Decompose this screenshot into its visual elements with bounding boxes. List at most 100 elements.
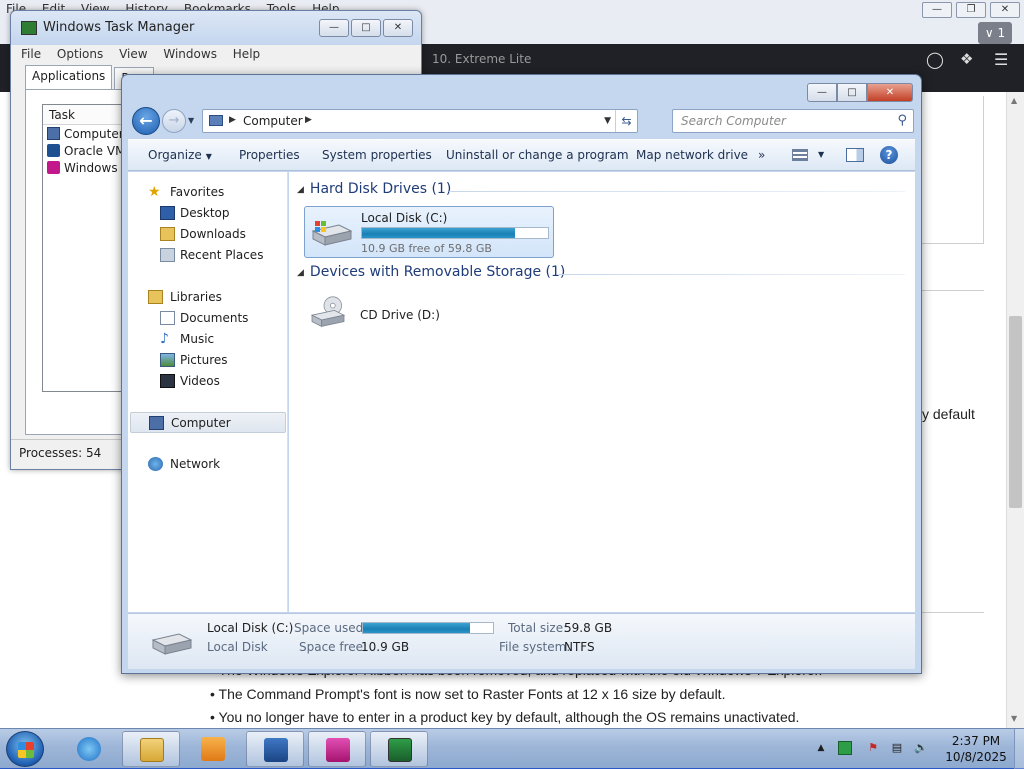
taskbar-virtualbox[interactable] <box>246 731 304 767</box>
browser-restore-button[interactable]: ❐ <box>956 2 986 18</box>
search-placeholder: Search Computer <box>681 114 786 128</box>
explorer-close-button[interactable]: ✕ <box>867 83 913 102</box>
volume-muted-icon[interactable]: 🔈 <box>914 741 928 755</box>
nav-network[interactable]: Network <box>128 454 288 475</box>
recent-pages-dropdown-icon[interactable]: ▼ <box>188 116 194 125</box>
breadcrumb-separator-icon[interactable]: ▶ <box>305 115 312 125</box>
nav-downloads[interactable]: Downloads <box>128 224 288 245</box>
refresh-icon[interactable]: ⇆ <box>615 110 637 132</box>
organize-button[interactable]: Organize ▼ <box>148 148 212 162</box>
nav-desktop[interactable]: Desktop <box>128 203 288 224</box>
explorer-maximize-button[interactable]: □ <box>837 83 867 102</box>
address-bar[interactable]: ▶ Computer ▶ ▼ ⇆ <box>202 109 638 133</box>
network-status-icon[interactable]: ▤ <box>890 741 904 755</box>
file-system-value: NTFS <box>564 640 595 654</box>
tab-count-button[interactable]: ∨ 1 <box>978 22 1012 44</box>
tm-menu-help[interactable]: Help <box>233 47 260 61</box>
taskbar-windows-explorer[interactable] <box>122 731 180 767</box>
nav-favorites[interactable]: ★ Favorites <box>128 182 288 203</box>
hamburger-menu-icon[interactable]: ☰ <box>994 50 1008 69</box>
browser-caption-buttons: — ❐ ✕ <box>922 2 1020 18</box>
forward-button[interactable]: → <box>162 109 186 133</box>
start-button[interactable] <box>6 731 44 767</box>
taskbar-windows10-vm[interactable] <box>308 731 366 767</box>
task-manager-maximize-button[interactable]: □ <box>351 19 381 37</box>
scrollbar-thumb[interactable] <box>1009 316 1022 508</box>
group-header-hard-disk-drives[interactable]: ◢ Hard Disk Drives (1) <box>297 181 451 197</box>
back-button[interactable]: ← <box>132 107 160 135</box>
nav-videos[interactable]: Videos <box>128 371 288 392</box>
browser-scrollbar[interactable]: ▲ ▼ <box>1006 92 1024 728</box>
search-box[interactable]: Search Computer ⚲ <box>672 109 914 133</box>
task-manager-close-button[interactable]: ✕ <box>383 19 413 37</box>
tm-menu-file[interactable]: File <box>21 47 41 61</box>
preview-pane-icon[interactable] <box>846 148 864 162</box>
process-count: Processes: 54 <box>19 446 102 460</box>
tm-menu-windows[interactable]: Windows <box>163 47 217 61</box>
system-properties-button[interactable]: System properties <box>322 148 432 162</box>
libraries-icon <box>148 290 163 304</box>
group-header-removable-storage[interactable]: ◢ Devices with Removable Storage (1) <box>297 264 565 280</box>
nav-libraries[interactable]: Libraries <box>128 287 288 308</box>
content-divider <box>920 612 984 613</box>
task-manager-title: Windows Task Manager <box>43 20 195 35</box>
navigation-pane: ★ Favorites Desktop Downloads Recent Pla… <box>128 172 288 612</box>
breadcrumb-separator-icon[interactable]: ▶ <box>229 115 236 125</box>
forward-arrow-icon: → <box>168 113 180 128</box>
search-icon[interactable]: ⚲ <box>897 113 907 128</box>
nav-pictures[interactable]: Pictures <box>128 350 288 371</box>
taskbar-task-manager[interactable] <box>370 731 428 767</box>
browser-minimize-button[interactable]: — <box>922 2 952 18</box>
nav-documents[interactable]: Documents <box>128 308 288 329</box>
task-manager-icon <box>21 21 37 35</box>
collapse-triangle-icon[interactable]: ◢ <box>297 268 304 278</box>
task-manager-minimize-button[interactable]: — <box>319 19 349 37</box>
taskbar-internet-explorer[interactable] <box>60 731 118 767</box>
address-dropdown-icon[interactable]: ▼ <box>604 116 611 126</box>
change-view-icon[interactable] <box>792 149 808 161</box>
more-commands-button[interactable]: » <box>758 148 765 162</box>
nav-recent-places[interactable]: Recent Places <box>128 245 288 266</box>
tab-applications[interactable]: Applications <box>25 65 113 89</box>
downloads-folder-icon <box>160 227 175 241</box>
breadcrumb-computer[interactable]: Computer <box>243 114 303 128</box>
browser-tab-title[interactable]: 10. Extreme Lite <box>432 52 531 66</box>
nav-music[interactable]: ♪ Music <box>128 329 288 350</box>
tm-menu-view[interactable]: View <box>119 47 147 61</box>
properties-button[interactable]: Properties <box>239 148 300 162</box>
vm-window-icon <box>47 161 60 174</box>
desktop-icon <box>160 206 175 220</box>
collapse-triangle-icon[interactable]: ◢ <box>297 185 304 195</box>
space-used-label: Space used: <box>294 621 368 635</box>
tray-task-manager-icon[interactable] <box>838 741 852 755</box>
file-list-pane[interactable]: ◢ Hard Disk Drives (1) Local Disk (C:) 10… <box>289 172 915 612</box>
show-desktop-button[interactable] <box>1014 729 1024 769</box>
help-icon[interactable]: ? <box>880 146 898 164</box>
windows-logo-icon <box>18 742 34 758</box>
action-center-icon[interactable]: ⚑ <box>866 741 880 755</box>
map-network-drive-button[interactable]: Map network drive <box>636 148 748 162</box>
explorer-minimize-button[interactable]: — <box>807 83 837 102</box>
extensions-icon[interactable]: ❖ <box>960 50 973 68</box>
local-disk-c-item[interactable]: Local Disk (C:) 10.9 GB free of 59.8 GB <box>304 206 554 258</box>
clock-date: 10/8/2025 <box>945 750 1007 764</box>
show-hidden-icons-icon[interactable]: ▲ <box>814 741 828 755</box>
scroll-up-arrow-icon[interactable]: ▲ <box>1011 96 1017 105</box>
scroll-down-arrow-icon[interactable]: ▼ <box>1011 714 1017 723</box>
tm-menu-options[interactable]: Options <box>57 47 103 61</box>
total-size-label: Total size: <box>508 621 568 635</box>
account-icon[interactable]: ◯ <box>926 50 944 69</box>
view-options-dropdown-icon[interactable]: ▼ <box>818 150 824 159</box>
taskbar-media-player[interactable] <box>184 731 242 767</box>
content-box <box>920 96 984 244</box>
task-manager-titlebar[interactable]: Windows Task Manager — □ ✕ <box>11 11 421 45</box>
cd-drive-d-item[interactable]: CD Drive (D:) <box>304 290 464 340</box>
uninstall-program-button[interactable]: Uninstall or change a program <box>446 148 629 162</box>
details-pane: Local Disk (C:) Local Disk Space used: S… <box>128 613 915 669</box>
content-text-fragment: y default <box>922 406 975 422</box>
details-name: Local Disk (C:) <box>207 621 294 635</box>
music-icon: ♪ <box>160 331 169 347</box>
clock[interactable]: 2:37 PM 10/8/2025 <box>940 733 1012 765</box>
nav-computer[interactable]: Computer <box>130 412 286 433</box>
browser-close-button[interactable]: ✕ <box>990 2 1020 18</box>
